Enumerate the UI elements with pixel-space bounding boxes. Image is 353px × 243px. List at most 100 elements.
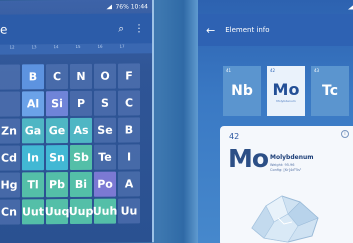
- element-cell-tl[interactable]: Tl: [22, 172, 44, 198]
- element-symbol: Po: [97, 177, 113, 191]
- element-cell-as[interactable]: As: [70, 117, 92, 144]
- element-tile-nb[interactable]: 41 Nb: [223, 66, 261, 116]
- right-phone-screen: ← Element info 41 Nb 42 Mo Molybdenum 43 Tc 42…: [198, 0, 353, 243]
- element-cell-uut[interactable]: Uut: [21, 199, 45, 225]
- status-text: 76% 10:44: [115, 2, 148, 11]
- element-cell-uuh[interactable]: Uuh: [92, 198, 118, 224]
- element-cell-uup[interactable]: Uup: [68, 198, 94, 225]
- element-symbol: Sb: [73, 150, 89, 164]
- element-cell-se[interactable]: Se: [94, 117, 116, 143]
- tile-number: 43: [314, 68, 320, 73]
- element-cell-empty: [142, 63, 154, 88]
- element-cell-si[interactable]: Si: [46, 91, 68, 117]
- element-cell-b[interactable]: B: [22, 64, 44, 90]
- element-cell-empty: [142, 144, 154, 169]
- element-symbol: B: [28, 70, 38, 84]
- element-cell-empty: [142, 171, 154, 196]
- element-cell-sn[interactable]: Sn: [46, 145, 68, 171]
- element-symbol: As: [73, 123, 89, 137]
- element-symbol: Uu: [120, 204, 138, 218]
- element-cell-c[interactable]: C: [118, 90, 140, 116]
- element-symbol: Mo: [228, 144, 269, 173]
- element-tile-mo[interactable]: 42 Mo Molybdenum: [267, 66, 305, 116]
- info-icon[interactable]: i: [341, 130, 349, 138]
- group-number: 15: [75, 43, 81, 49]
- element-cell-bi[interactable]: Bi: [70, 171, 92, 198]
- element-symbol: Cn: [1, 205, 17, 219]
- element-cell-b[interactable]: B: [118, 117, 140, 143]
- status-bar-right: [198, 0, 353, 14]
- tile-symbol: Tc: [322, 83, 338, 99]
- element-symbol: Ge: [48, 124, 66, 138]
- element-symbol: C: [52, 70, 62, 84]
- element-symbol: F: [125, 69, 133, 83]
- page-title: Element info: [225, 26, 270, 34]
- element-symbol: O: [100, 69, 110, 83]
- element-symbol: Al: [26, 97, 40, 111]
- element-symbol: Uuh: [92, 204, 118, 218]
- element-symbol: Hg: [0, 178, 18, 192]
- element-tile-tc[interactable]: 43 Tc: [311, 66, 349, 116]
- tile-name: Molybdenum: [276, 98, 296, 103]
- group-number: 17: [119, 43, 125, 49]
- element-cell-empty: [142, 117, 154, 142]
- element-symbol: C: [124, 96, 134, 110]
- element-symbol: Ga: [24, 124, 42, 138]
- element-cell-al[interactable]: Al: [22, 91, 44, 117]
- element-cell-p[interactable]: P: [70, 90, 92, 117]
- element-symbol: Te: [98, 150, 112, 164]
- element-cell-zn[interactable]: Zn: [0, 118, 20, 144]
- element-symbol: Uut: [21, 205, 45, 219]
- element-cell-i[interactable]: I: [118, 144, 140, 170]
- element-cell-empty: [142, 198, 154, 223]
- element-cell-ge[interactable]: Ge: [46, 118, 68, 144]
- back-icon[interactable]: e: [0, 23, 7, 37]
- group-number: 13: [31, 44, 37, 50]
- element-cell-ga[interactable]: Ga: [22, 118, 44, 144]
- element-cell-o[interactable]: O: [94, 63, 116, 89]
- element-symbol: S: [101, 96, 109, 110]
- element-symbol: Si: [51, 97, 63, 111]
- left-phone-screen: 76% 10:44 e ⌕ ⋮ 12 13 14 15 16 17 B C N O F Al Si P S…: [0, 0, 154, 243]
- element-cell-hg[interactable]: Hg: [0, 172, 20, 198]
- element-name: Molybdenum: [270, 154, 314, 161]
- element-cell-in[interactable]: In: [22, 145, 44, 171]
- element-symbol: Sn: [49, 151, 65, 165]
- element-cell-empty: [0, 91, 20, 117]
- element-tile-row: 41 Nb 42 Mo Molybdenum 43 Tc: [198, 66, 353, 116]
- element-cell-empty: [0, 64, 20, 90]
- element-config: Config: [Kr]4d⁵5s¹: [270, 168, 302, 172]
- tile-symbol: Nb: [231, 83, 253, 99]
- element-symbol: I: [126, 150, 132, 164]
- element-symbol: B: [124, 123, 134, 137]
- element-cell-po[interactable]: Po: [94, 171, 116, 197]
- element-symbol: Bi: [74, 177, 88, 191]
- element-cell-uuq[interactable]: Uuq: [44, 199, 70, 225]
- tile-symbol: Mo: [272, 79, 300, 99]
- element-symbol: Uup: [68, 204, 94, 219]
- tile-number: 41: [226, 68, 232, 73]
- element-symbol: Uuq: [44, 205, 70, 219]
- element-cell-te[interactable]: Te: [94, 144, 116, 170]
- element-cell-a[interactable]: A: [118, 171, 140, 197]
- more-icon[interactable]: ⋮: [134, 23, 144, 34]
- back-arrow-icon[interactable]: ←: [206, 24, 215, 37]
- element-symbol: Se: [97, 123, 113, 137]
- element-cell-f[interactable]: F: [118, 63, 140, 89]
- element-symbol: P: [76, 96, 86, 110]
- element-symbol: Zn: [1, 124, 17, 138]
- element-cell-cn[interactable]: Cn: [0, 199, 20, 225]
- search-icon[interactable]: ⌕: [118, 23, 124, 34]
- element-cell-sb[interactable]: Sb: [70, 144, 92, 171]
- element-cell-s[interactable]: S: [94, 90, 116, 116]
- element-symbol: Cd: [1, 151, 17, 165]
- element-cell-cd[interactable]: Cd: [0, 145, 20, 171]
- element-symbol: Pb: [49, 178, 65, 192]
- element-cell-uu[interactable]: Uu: [118, 198, 140, 224]
- tile-number: 42: [270, 68, 276, 73]
- app-bar-right: ← Element info: [198, 14, 353, 46]
- element-cell-n[interactable]: N: [70, 63, 92, 90]
- signal-icon: [106, 4, 112, 9]
- element-cell-pb[interactable]: Pb: [46, 172, 68, 198]
- element-cell-c[interactable]: C: [46, 64, 68, 90]
